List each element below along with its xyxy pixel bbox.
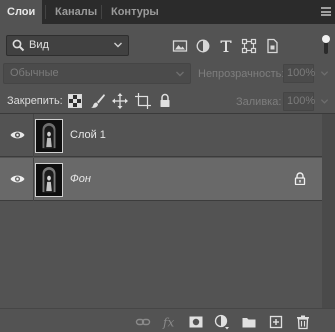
- search-icon: [12, 39, 25, 52]
- adjustment-layer-icon[interactable]: [214, 314, 230, 330]
- lock-all-icon[interactable]: [156, 92, 174, 110]
- fx-icon[interactable]: fx: [161, 314, 177, 330]
- layer-row[interactable]: Слой 1: [0, 114, 322, 157]
- chevron-down-icon: [114, 42, 122, 48]
- trash-icon[interactable]: [295, 314, 311, 330]
- lock-icon: [294, 172, 306, 185]
- chevron-down-icon: [176, 71, 184, 77]
- layer-row-selected[interactable]: Фон: [0, 158, 322, 201]
- new-layer-icon[interactable]: [268, 314, 284, 330]
- layer-kind-filter[interactable]: Вид: [6, 35, 129, 56]
- layer-thumbnail: [35, 119, 63, 153]
- fill-label: Заливка:: [236, 96, 282, 108]
- blend-mode-value: Обычные: [10, 67, 59, 79]
- lock-label: Закрепить:: [7, 95, 63, 107]
- chevron-down-icon[interactable]: [320, 97, 329, 106]
- svg-text:fx: fx: [162, 316, 174, 330]
- layer-thumbnail: [35, 163, 63, 197]
- visibility-toggle[interactable]: [0, 114, 34, 157]
- brush-icon[interactable]: [89, 92, 107, 110]
- scrollbar[interactable]: [322, 114, 335, 308]
- layer-name[interactable]: Фон: [70, 173, 91, 185]
- tab-layers[interactable]: Слои: [0, 0, 43, 24]
- filter-kind-label: Вид: [29, 39, 49, 51]
- shape-filter-icon[interactable]: [241, 38, 257, 54]
- eye-icon: [10, 175, 25, 183]
- fill-input[interactable]: 100%: [283, 92, 315, 111]
- link-layers-icon[interactable]: [135, 314, 151, 330]
- opacity-label: Непрозрачность:: [198, 68, 285, 80]
- group-icon[interactable]: [241, 314, 257, 330]
- panel-menu-icon[interactable]: [321, 7, 331, 16]
- tab-divider: [45, 5, 46, 19]
- smart-object-filter-icon[interactable]: [264, 38, 280, 54]
- image-filter-icon[interactable]: [172, 38, 188, 54]
- visibility-toggle[interactable]: [0, 158, 34, 201]
- lock-transparent-pixels-icon[interactable]: [66, 92, 84, 110]
- chevron-down-icon[interactable]: [320, 69, 329, 78]
- tab-paths[interactable]: Контуры: [111, 0, 159, 24]
- eye-icon: [10, 131, 25, 139]
- panel-tab-bar: Слои Каналы Контуры: [0, 0, 335, 24]
- filter-toggle-switch[interactable]: [322, 35, 330, 56]
- add-mask-icon[interactable]: [188, 314, 204, 330]
- opacity-input[interactable]: 100%: [283, 64, 315, 83]
- layer-name[interactable]: Слой 1: [70, 129, 106, 141]
- adjustment-filter-icon[interactable]: [195, 38, 211, 54]
- tab-divider: [101, 5, 102, 19]
- artboard-icon[interactable]: [134, 92, 152, 110]
- panel-bottom-bar: fx: [0, 308, 335, 332]
- tab-channels[interactable]: Каналы: [55, 0, 97, 24]
- move-icon[interactable]: [111, 92, 129, 110]
- blend-mode-select[interactable]: Обычные: [3, 63, 191, 84]
- type-filter-icon[interactable]: [218, 38, 234, 54]
